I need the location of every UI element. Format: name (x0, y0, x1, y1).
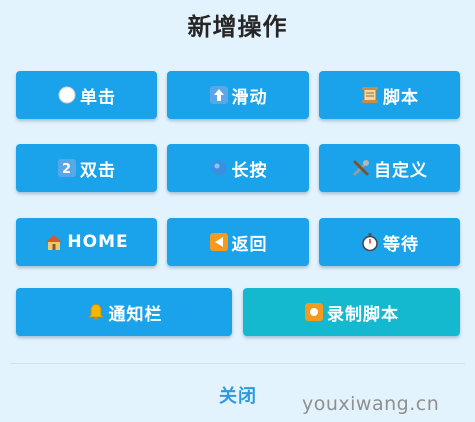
close-button[interactable]: 关闭 (200, 383, 276, 411)
swipe-button[interactable]: 滑动 (167, 71, 309, 119)
stopwatch-icon (360, 232, 380, 252)
svg-text:2: 2 (62, 162, 72, 177)
back-button-label: 返回 (231, 234, 268, 255)
back-button[interactable]: 返回 (167, 218, 309, 266)
wait-button[interactable]: 等待 (319, 218, 460, 266)
record-button-icon (304, 302, 324, 322)
scroll-icon (360, 85, 380, 105)
home-button-label: HOME (67, 232, 129, 252)
custom-button[interactable]: 自定义 (319, 144, 460, 192)
swipe-button-label: 滑动 (231, 87, 268, 108)
notification-bar-button[interactable]: 通知栏 (16, 288, 232, 336)
notification-bar-button-label: 通知栏 (108, 304, 163, 325)
custom-button-label: 自定义 (374, 160, 428, 181)
up-arrow-icon (209, 85, 229, 105)
house-icon (44, 232, 64, 252)
divider (10, 363, 465, 364)
record-script-button-label: 录制脚本 (327, 304, 399, 325)
white-circle-icon (57, 85, 77, 105)
click-button[interactable]: 单击 (16, 71, 157, 119)
keycap-2-icon: 2 (57, 158, 77, 178)
blue-circle-icon (209, 158, 229, 178)
wait-button-label: 等待 (383, 234, 419, 255)
add-action-dialog: 新增操作 单击 滑动 脚本 2 双击 长按 自定义 HOME 返回 等待 通知栏… (0, 0, 475, 422)
watermark: youxiwang.cn (302, 393, 440, 415)
home-button[interactable]: HOME (16, 218, 157, 266)
bell-icon (86, 302, 106, 322)
dialog-title: 新增操作 (187, 13, 288, 41)
double-click-button[interactable]: 2 双击 (16, 144, 157, 192)
long-press-button-label: 长按 (231, 160, 268, 181)
back-triangle-icon (209, 232, 229, 252)
script-button[interactable]: 脚本 (319, 71, 460, 119)
tools-icon (351, 158, 371, 178)
click-button-label: 单击 (80, 87, 116, 108)
script-button-label: 脚本 (383, 87, 419, 108)
double-click-button-label: 双击 (80, 160, 116, 181)
record-script-button[interactable]: 录制脚本 (243, 288, 460, 336)
long-press-button[interactable]: 长按 (167, 144, 309, 192)
